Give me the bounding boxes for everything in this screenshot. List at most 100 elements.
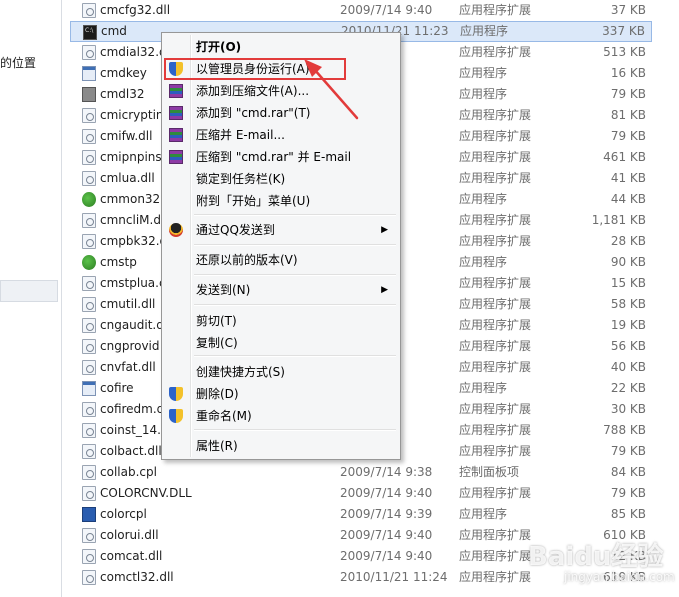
file-row[interactable]: collab.cpl 2009/7/14 9:38 控制面板项 84 KB — [70, 462, 652, 483]
menu-item-label: 复制(C) — [196, 336, 238, 350]
file-size: 90 KB — [610, 255, 646, 269]
menu-item-delete[interactable]: 删除(D) — [164, 383, 398, 405]
file-type: 应用程序扩展 — [459, 528, 532, 542]
file-size: 58 KB — [610, 297, 646, 311]
file-size: 28 KB — [610, 234, 646, 248]
file-size: 56 KB — [610, 339, 646, 353]
dll-file-icon — [82, 45, 96, 60]
menu-item-label: 附到「开始」菜单(U) — [196, 194, 311, 208]
file-name: COLORCNV.DLL — [100, 486, 192, 500]
dll-file-icon — [82, 276, 96, 291]
dll-file-icon — [82, 465, 96, 480]
menu-item-restore-previous[interactable]: 还原以前的版本(V) — [164, 249, 398, 271]
menu-item-compress-email[interactable]: 压缩并 E-mail... — [164, 124, 398, 146]
menu-item-label: 创建快捷方式(S) — [196, 365, 285, 379]
file-type: 控制面板项 — [459, 465, 520, 479]
baidu-watermark: Baidu经验 jingyan.baidu.com — [528, 536, 678, 596]
menu-item-add-to-cmd-rar[interactable]: 添加到 "cmd.rar"(T) — [164, 102, 398, 124]
file-name: cofire — [100, 381, 134, 395]
file-type: 应用程序 — [459, 255, 508, 269]
dll-file-icon — [82, 150, 96, 165]
menu-separator — [194, 244, 396, 246]
cmdl-app-icon — [82, 87, 96, 102]
winrar-icon — [169, 106, 183, 120]
file-type: 应用程序扩展 — [459, 339, 532, 353]
dll-file-icon — [82, 549, 96, 564]
dll-file-icon — [82, 360, 96, 375]
file-type: 应用程序扩展 — [459, 171, 532, 185]
file-type: 应用程序扩展 — [459, 213, 532, 227]
file-type: 应用程序 — [459, 381, 508, 395]
nav-location-label[interactable]: 的位置 — [0, 54, 36, 71]
menu-item-send-to[interactable]: 发送到(N) ▶ — [164, 279, 398, 301]
file-type: 应用程序扩展 — [459, 402, 532, 416]
menu-item-cut[interactable]: 剪切(T) — [164, 310, 398, 332]
menu-item-pin-to-taskbar[interactable]: 锁定到任务栏(K) — [164, 168, 398, 190]
menu-item-copy[interactable]: 复制(C) — [164, 332, 398, 354]
file-size: 79 KB — [610, 87, 646, 101]
file-name: cmstp — [100, 255, 137, 269]
menu-item-label: 重命名(M) — [196, 409, 252, 423]
app-window-icon — [82, 381, 96, 396]
menu-separator — [194, 429, 396, 431]
file-type: 应用程序扩展 — [459, 108, 532, 122]
file-row[interactable]: COLORCNV.DLL 2009/7/14 9:40 应用程序扩展 79 KB — [70, 483, 652, 504]
file-size: 19 KB — [610, 318, 646, 332]
uac-shield-icon — [169, 387, 183, 401]
menu-separator — [194, 304, 396, 306]
menu-item-pin-to-start[interactable]: 附到「开始」菜单(U) — [164, 190, 398, 212]
file-name: cmd — [101, 24, 127, 38]
submenu-arrow-icon: ▶ — [381, 285, 388, 295]
dll-file-icon — [82, 318, 96, 333]
file-size: 79 KB — [610, 129, 646, 143]
menu-item-label: 发送到(N) — [196, 283, 251, 297]
menu-item-add-to-archive[interactable]: 添加到压缩文件(A)... — [164, 80, 398, 102]
file-type: 应用程序 — [459, 66, 508, 80]
file-type: 应用程序扩展 — [459, 549, 532, 563]
file-size: 44 KB — [610, 192, 646, 206]
file-size: 788 KB — [603, 423, 646, 437]
menu-item-label: 打开(O) — [196, 40, 242, 54]
dll-file-icon — [82, 108, 96, 123]
menu-item-open[interactable]: 打开(O) — [164, 36, 398, 58]
menu-item-create-shortcut[interactable]: 创建快捷方式(S) — [164, 361, 398, 383]
menu-item-send-via-qq[interactable]: 通过QQ发送到 ▶ — [164, 219, 398, 241]
dll-file-icon — [82, 444, 96, 459]
file-date: 2009/7/14 9:40 — [340, 3, 433, 17]
file-name: cmmon32 — [100, 192, 161, 206]
file-size: 16 KB — [610, 66, 646, 80]
file-size: 37 KB — [610, 3, 646, 17]
file-type: 应用程序扩展 — [459, 3, 532, 17]
file-type: 应用程序扩展 — [459, 45, 532, 59]
app-window-icon — [82, 66, 96, 81]
file-row[interactable]: cmcfg32.dll 2009/7/14 9:40 应用程序扩展 37 KB — [70, 0, 652, 21]
file-row[interactable]: colorcpl 2009/7/14 9:39 应用程序 85 KB — [70, 504, 652, 525]
file-size: 84 KB — [610, 465, 646, 479]
file-size: 15 KB — [610, 276, 646, 290]
submenu-arrow-icon: ▶ — [381, 225, 388, 235]
navigation-pane: 的位置 — [0, 0, 62, 597]
menu-item-compress-cmd-rar-email[interactable]: 压缩到 "cmd.rar" 并 E-mail — [164, 146, 398, 168]
nav-selected-item[interactable] — [0, 280, 58, 302]
menu-separator — [194, 274, 396, 276]
file-name: cmlua.dll — [100, 171, 155, 185]
menu-item-properties[interactable]: 属性(R) — [164, 435, 398, 457]
file-size: 461 KB — [603, 150, 646, 164]
dll-file-icon — [82, 234, 96, 249]
menu-item-rename[interactable]: 重命名(M) — [164, 405, 398, 427]
qq-penguin-icon — [169, 223, 183, 237]
file-type: 应用程序 — [459, 192, 508, 206]
menu-item-label: 通过QQ发送到 — [196, 223, 275, 237]
menu-separator — [194, 355, 396, 357]
dll-file-icon — [82, 423, 96, 438]
file-size: 81 KB — [610, 108, 646, 122]
file-name: cmdial32.d — [100, 45, 167, 59]
file-size: 79 KB — [610, 486, 646, 500]
file-name: cofiredm.d — [100, 402, 165, 416]
file-size: 79 KB — [610, 444, 646, 458]
dll-file-icon — [82, 171, 96, 186]
file-type: 应用程序 — [459, 507, 508, 521]
dll-file-icon — [82, 213, 96, 228]
file-date: 2009/7/14 9:40 — [340, 549, 433, 563]
dll-file-icon — [82, 129, 96, 144]
